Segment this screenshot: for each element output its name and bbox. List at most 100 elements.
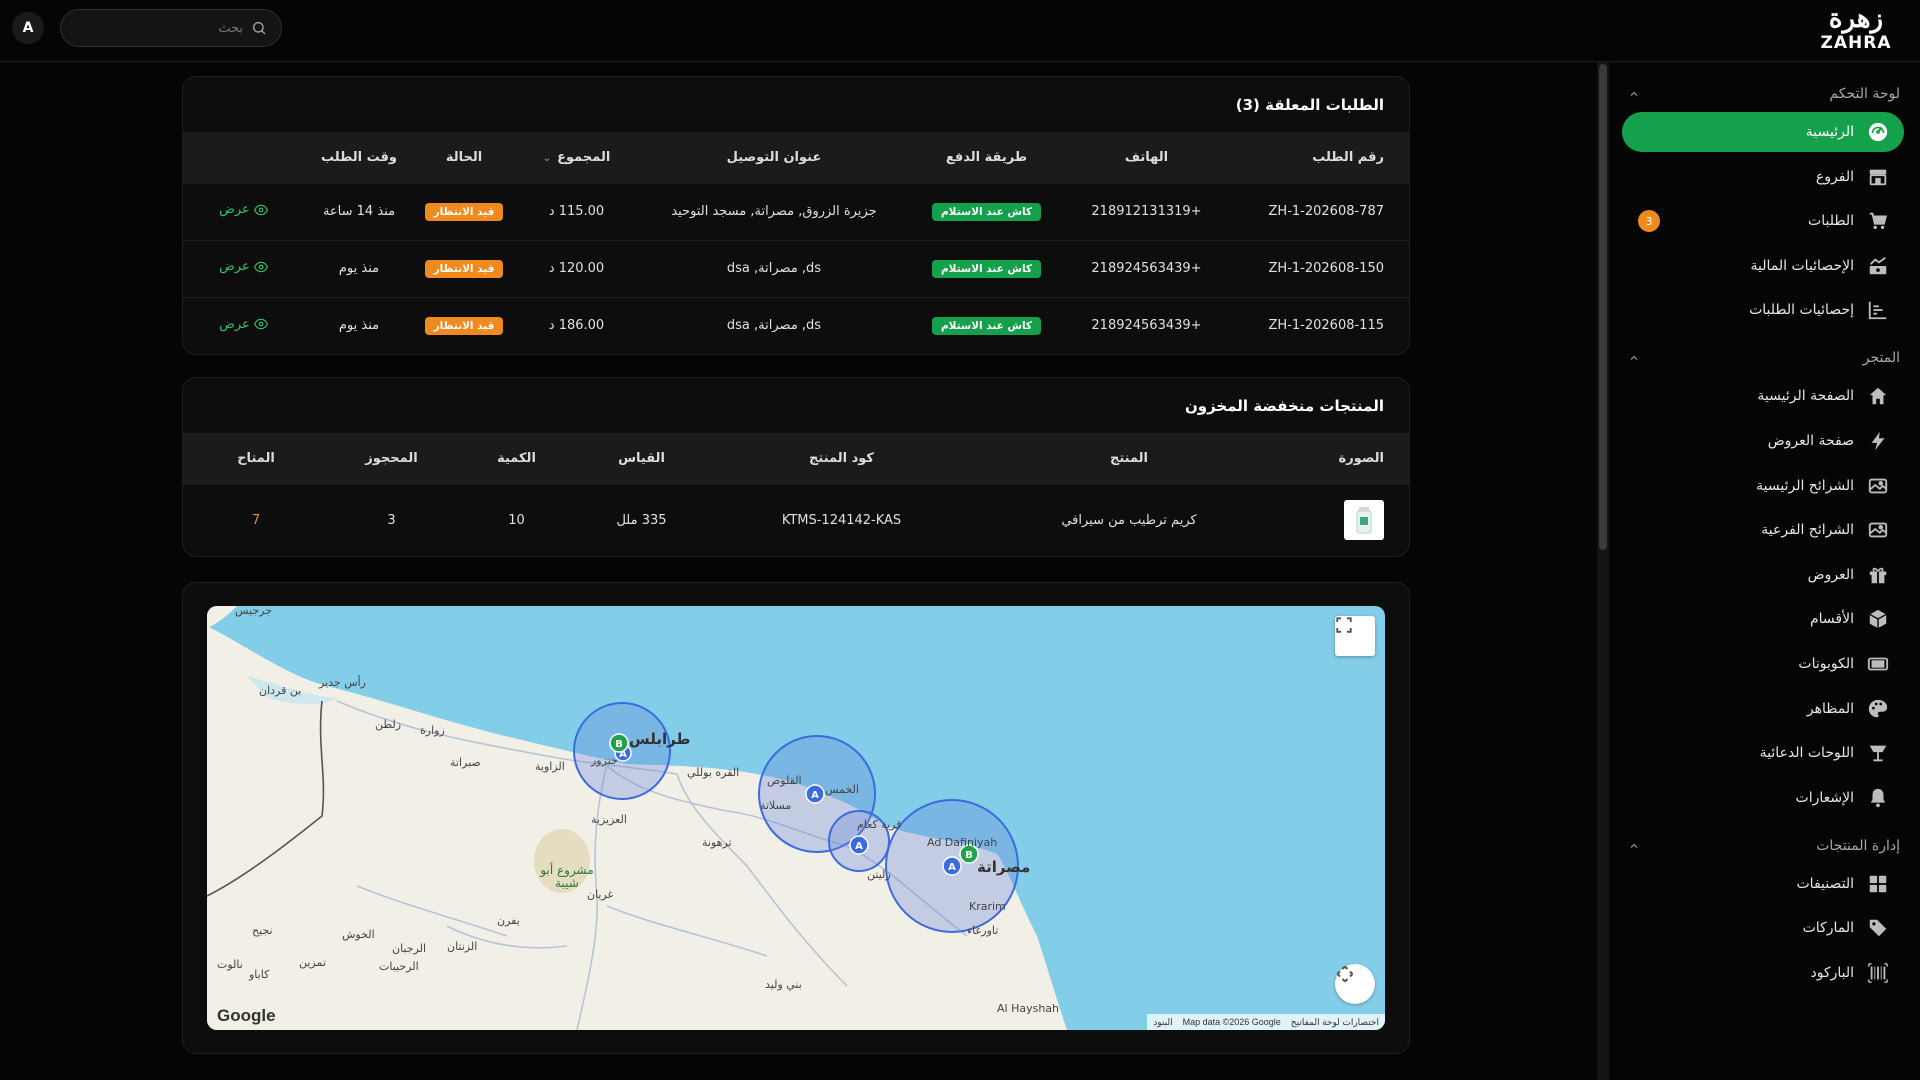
sidebar: لوحة التحكم الرئيسية الفروع الطلبات 3 ال… bbox=[1602, 62, 1920, 1080]
sidebar-item-orders[interactable]: الطلبات 3 bbox=[1622, 201, 1904, 241]
store-icon bbox=[1866, 165, 1890, 189]
city-label: القره بوللي bbox=[687, 766, 740, 779]
chevron-down-icon[interactable]: ⌄ bbox=[543, 153, 551, 164]
tag-icon bbox=[1866, 916, 1890, 940]
sidebar-item-coupons[interactable]: الكوبونات bbox=[1622, 644, 1904, 684]
order-id: ZH-1-202608-150 bbox=[1229, 239, 1409, 297]
city-label: القلوص bbox=[767, 774, 802, 787]
column-header: طريقة الدفع bbox=[909, 133, 1064, 183]
sidebar-item-home[interactable]: الرئيسية bbox=[1622, 112, 1904, 152]
column-header: الهاتف bbox=[1064, 133, 1229, 183]
orders-map[interactable]: A B A A A B رأس جدير بن قردان زلطن زوارة… bbox=[207, 606, 1385, 1030]
sidebar-item-sections[interactable]: الأقسام bbox=[1622, 599, 1904, 639]
user-avatar[interactable]: A bbox=[12, 12, 44, 44]
dashboard-icon bbox=[1866, 120, 1890, 144]
scrollbar-thumb[interactable] bbox=[1599, 64, 1607, 550]
product-size: 335 ملل bbox=[579, 483, 704, 556]
sidebar-item-categories[interactable]: التصنيفات bbox=[1622, 864, 1904, 904]
terms-link[interactable]: البنود bbox=[1153, 1017, 1172, 1028]
bar-list-icon bbox=[1866, 298, 1890, 322]
view-order-link[interactable]: عرض bbox=[219, 259, 268, 274]
sidebar-item-brands[interactable]: الماركات bbox=[1622, 908, 1904, 948]
view-label: عرض bbox=[219, 259, 250, 275]
search-box[interactable] bbox=[60, 9, 282, 47]
sidebar-group-dashboard[interactable]: لوحة التحكم bbox=[1622, 76, 1904, 112]
status-cell: قيد الانتظار bbox=[414, 239, 514, 297]
sidebar-item-themes[interactable]: المظاهر bbox=[1622, 689, 1904, 729]
cart-icon bbox=[1866, 209, 1890, 233]
chevron-up-icon[interactable] bbox=[1628, 88, 1640, 100]
marker-a-3[interactable]: A bbox=[849, 835, 869, 855]
city-label: بني وليد bbox=[765, 978, 802, 991]
sidebar-item-label: الطلبات bbox=[1808, 213, 1854, 230]
sidebar-item-label: الصفحة الرئيسية bbox=[1757, 388, 1854, 405]
sidebar-item-sub-slides[interactable]: الشرائح الفرعية bbox=[1622, 510, 1904, 550]
city-label: نجيح bbox=[252, 924, 273, 937]
orders-map-card: A B A A A B رأس جدير بن قردان زلطن زوارة… bbox=[182, 582, 1410, 1054]
view-cell: عرض bbox=[183, 296, 304, 354]
orders-count-badge: 3 bbox=[1638, 210, 1660, 233]
city-label: قرية كعام bbox=[857, 818, 902, 831]
sidebar-item-offers[interactable]: العروض bbox=[1622, 555, 1904, 595]
sidebar-item-label: الكوبونات bbox=[1798, 655, 1854, 672]
city-label: الزنتان bbox=[447, 940, 478, 953]
sidebar-item-label: العروض bbox=[1807, 566, 1854, 583]
finance-chart-icon bbox=[1866, 254, 1890, 278]
table-row: كريم ترطيب من سيرافي KTMS-124142-KAS 335… bbox=[183, 483, 1409, 556]
status-badge: قيد الانتظار bbox=[424, 202, 504, 221]
chevron-up-icon[interactable] bbox=[1628, 352, 1640, 364]
payment-badge: كاش عند الاستلام bbox=[931, 316, 1042, 335]
sidebar-item-billboards[interactable]: اللوحات الدعائية bbox=[1622, 733, 1904, 773]
column-header: عنوان التوصيل bbox=[639, 133, 909, 183]
pending-orders-title: الطلبات المعلقة (3) bbox=[183, 77, 1409, 133]
camera-control-button[interactable] bbox=[1335, 964, 1375, 1004]
payment-badge: كاش عند الاستلام bbox=[931, 202, 1042, 221]
sidebar-item-financial-stats[interactable]: الإحصائيات المالية bbox=[1622, 246, 1904, 286]
sidebar-item-label: الإشعارات bbox=[1795, 789, 1854, 806]
sidebar-group-products[interactable]: إدارة المنتجات bbox=[1622, 828, 1904, 864]
sidebar-group-title: إدارة المنتجات bbox=[1816, 837, 1900, 854]
marker-a-4[interactable]: A bbox=[942, 856, 962, 876]
view-order-link[interactable]: عرض bbox=[219, 202, 268, 217]
sidebar-item-store-home[interactable]: الصفحة الرئيسية bbox=[1622, 376, 1904, 416]
sidebar-item-notifications[interactable]: الإشعارات bbox=[1622, 778, 1904, 818]
main-scrollbar[interactable] bbox=[1597, 62, 1609, 1080]
search-input[interactable] bbox=[93, 20, 243, 36]
sidebar-item-order-stats[interactable]: إحصائيات الطلبات bbox=[1622, 290, 1904, 330]
view-order-link[interactable]: عرض bbox=[219, 317, 268, 332]
status-badge: قيد الانتظار bbox=[424, 259, 504, 278]
fullscreen-icon bbox=[1336, 617, 1352, 633]
google-logo[interactable]: Google bbox=[217, 1006, 276, 1026]
product-name: كريم ترطيب من سيرافي bbox=[979, 483, 1279, 556]
pending-orders-card: الطلبات المعلقة (3) رقم الطلب الهاتف طري… bbox=[182, 76, 1410, 355]
payment-cell: كاش عند الاستلام bbox=[909, 239, 1064, 297]
product-thumbnail[interactable] bbox=[1344, 500, 1384, 541]
view-cell: عرض bbox=[183, 182, 304, 240]
city-label: جنزور bbox=[591, 754, 618, 767]
marker-a-2[interactable]: A bbox=[805, 784, 825, 804]
fullscreen-button[interactable] bbox=[1335, 616, 1375, 656]
barcode-icon bbox=[1866, 961, 1890, 985]
city-label: نالوت bbox=[217, 958, 243, 971]
city-label: Krarim bbox=[969, 900, 1006, 913]
city-label: العزيزية bbox=[591, 813, 627, 826]
zahra-logo[interactable]: زهرة ZAHRA bbox=[1814, 4, 1898, 56]
low-stock-title: المنتجات منخفضة المخزون bbox=[183, 378, 1409, 434]
marker-b-1[interactable]: B bbox=[609, 733, 629, 753]
gift-icon bbox=[1866, 563, 1890, 587]
keyboard-shortcuts-link[interactable]: اختصارات لوحة المفاتيح bbox=[1291, 1017, 1379, 1028]
search-icon[interactable] bbox=[251, 20, 267, 36]
low-stock-table: الصورة المنتج كود المنتج القياس الكمية ا… bbox=[183, 434, 1409, 556]
order-id: ZH-1-202608-787 bbox=[1229, 182, 1409, 240]
column-header-sortable[interactable]: المجموع ⌄ bbox=[514, 133, 639, 183]
sidebar-item-offers-page[interactable]: صفحة العروض bbox=[1622, 421, 1904, 461]
grid-icon bbox=[1866, 872, 1890, 896]
chevron-up-icon[interactable] bbox=[1628, 840, 1640, 852]
sidebar-item-main-slides[interactable]: الشرائح الرئيسية bbox=[1622, 466, 1904, 506]
sidebar-item-barcode[interactable]: الباركود bbox=[1622, 953, 1904, 993]
sidebar-item-branches[interactable]: الفروع bbox=[1622, 157, 1904, 197]
tunisia-coast bbox=[207, 606, 237, 628]
city-label: جرجيس bbox=[235, 606, 273, 617]
sidebar-group-store[interactable]: المتجر bbox=[1622, 340, 1904, 376]
map-attribution: البنود Map data ©2026 Google اختصارات لو… bbox=[1147, 1014, 1385, 1030]
